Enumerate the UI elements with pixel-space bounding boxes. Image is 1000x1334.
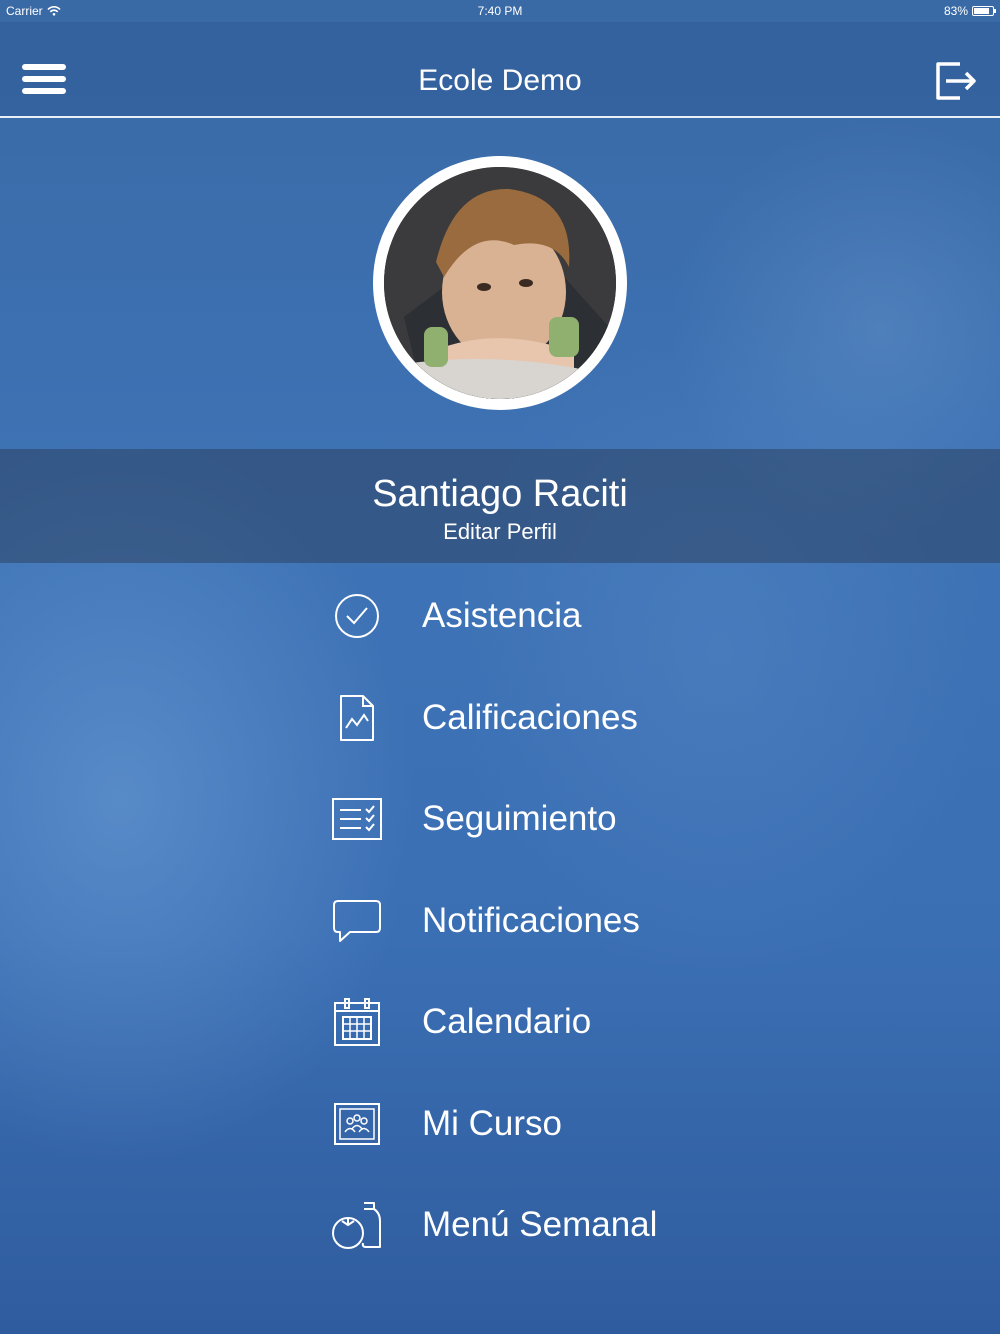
menu-item-asistencia[interactable]: Asistencia <box>320 566 800 666</box>
menu-item-label: Seguimiento <box>422 799 617 838</box>
menu-item-label: Notificaciones <box>422 901 640 940</box>
food-icon <box>332 1202 381 1249</box>
menu-item-notificaciones[interactable]: Notificaciones <box>320 871 800 971</box>
menu-item-calendario[interactable]: Calendario <box>320 972 800 1072</box>
page-title: Ecole Demo <box>418 64 582 97</box>
avatar[interactable] <box>373 156 627 410</box>
logout-button[interactable] <box>932 58 978 104</box>
menu-item-label: Menú Semanal <box>422 1205 658 1244</box>
profile-name: Santiago Raciti <box>372 473 628 515</box>
menu-item-label: Mi Curso <box>422 1104 563 1143</box>
menu-item-calificaciones[interactable]: Calificaciones <box>320 668 800 768</box>
status-bar: Carrier 7:40 PM 83% <box>0 0 1000 22</box>
battery-status: 83% <box>943 4 996 18</box>
battery-percent: 83% <box>943 4 968 18</box>
classroom-icon <box>334 1103 380 1145</box>
menu-item-mi-curso[interactable]: Mi Curso <box>320 1074 800 1174</box>
menu-item-seguimiento[interactable]: Seguimiento <box>320 769 800 869</box>
calendar-icon <box>334 998 380 1046</box>
speech-bubble-icon <box>333 900 381 942</box>
status-time: 7:40 PM <box>477 4 523 18</box>
menu-item-label: Asistencia <box>422 596 582 635</box>
menu-item-label: Calendario <box>422 1002 592 1041</box>
edit-profile-link[interactable]: Editar Perfil <box>0 519 1000 545</box>
logout-icon <box>936 62 976 100</box>
avatar-photo <box>384 167 616 399</box>
battery-icon <box>972 6 996 16</box>
grade-document-icon <box>340 695 374 741</box>
profile-photo <box>384 167 616 399</box>
nav-bar: Ecole Demo <box>0 22 1000 118</box>
checklist-icon <box>332 798 382 840</box>
profile-header: Santiago Raciti Editar Perfil <box>0 449 1000 563</box>
menu-item-label: Calificaciones <box>422 698 638 737</box>
menu-item-menu-semanal[interactable]: Menú Semanal <box>320 1175 800 1275</box>
check-circle-icon <box>335 594 379 638</box>
